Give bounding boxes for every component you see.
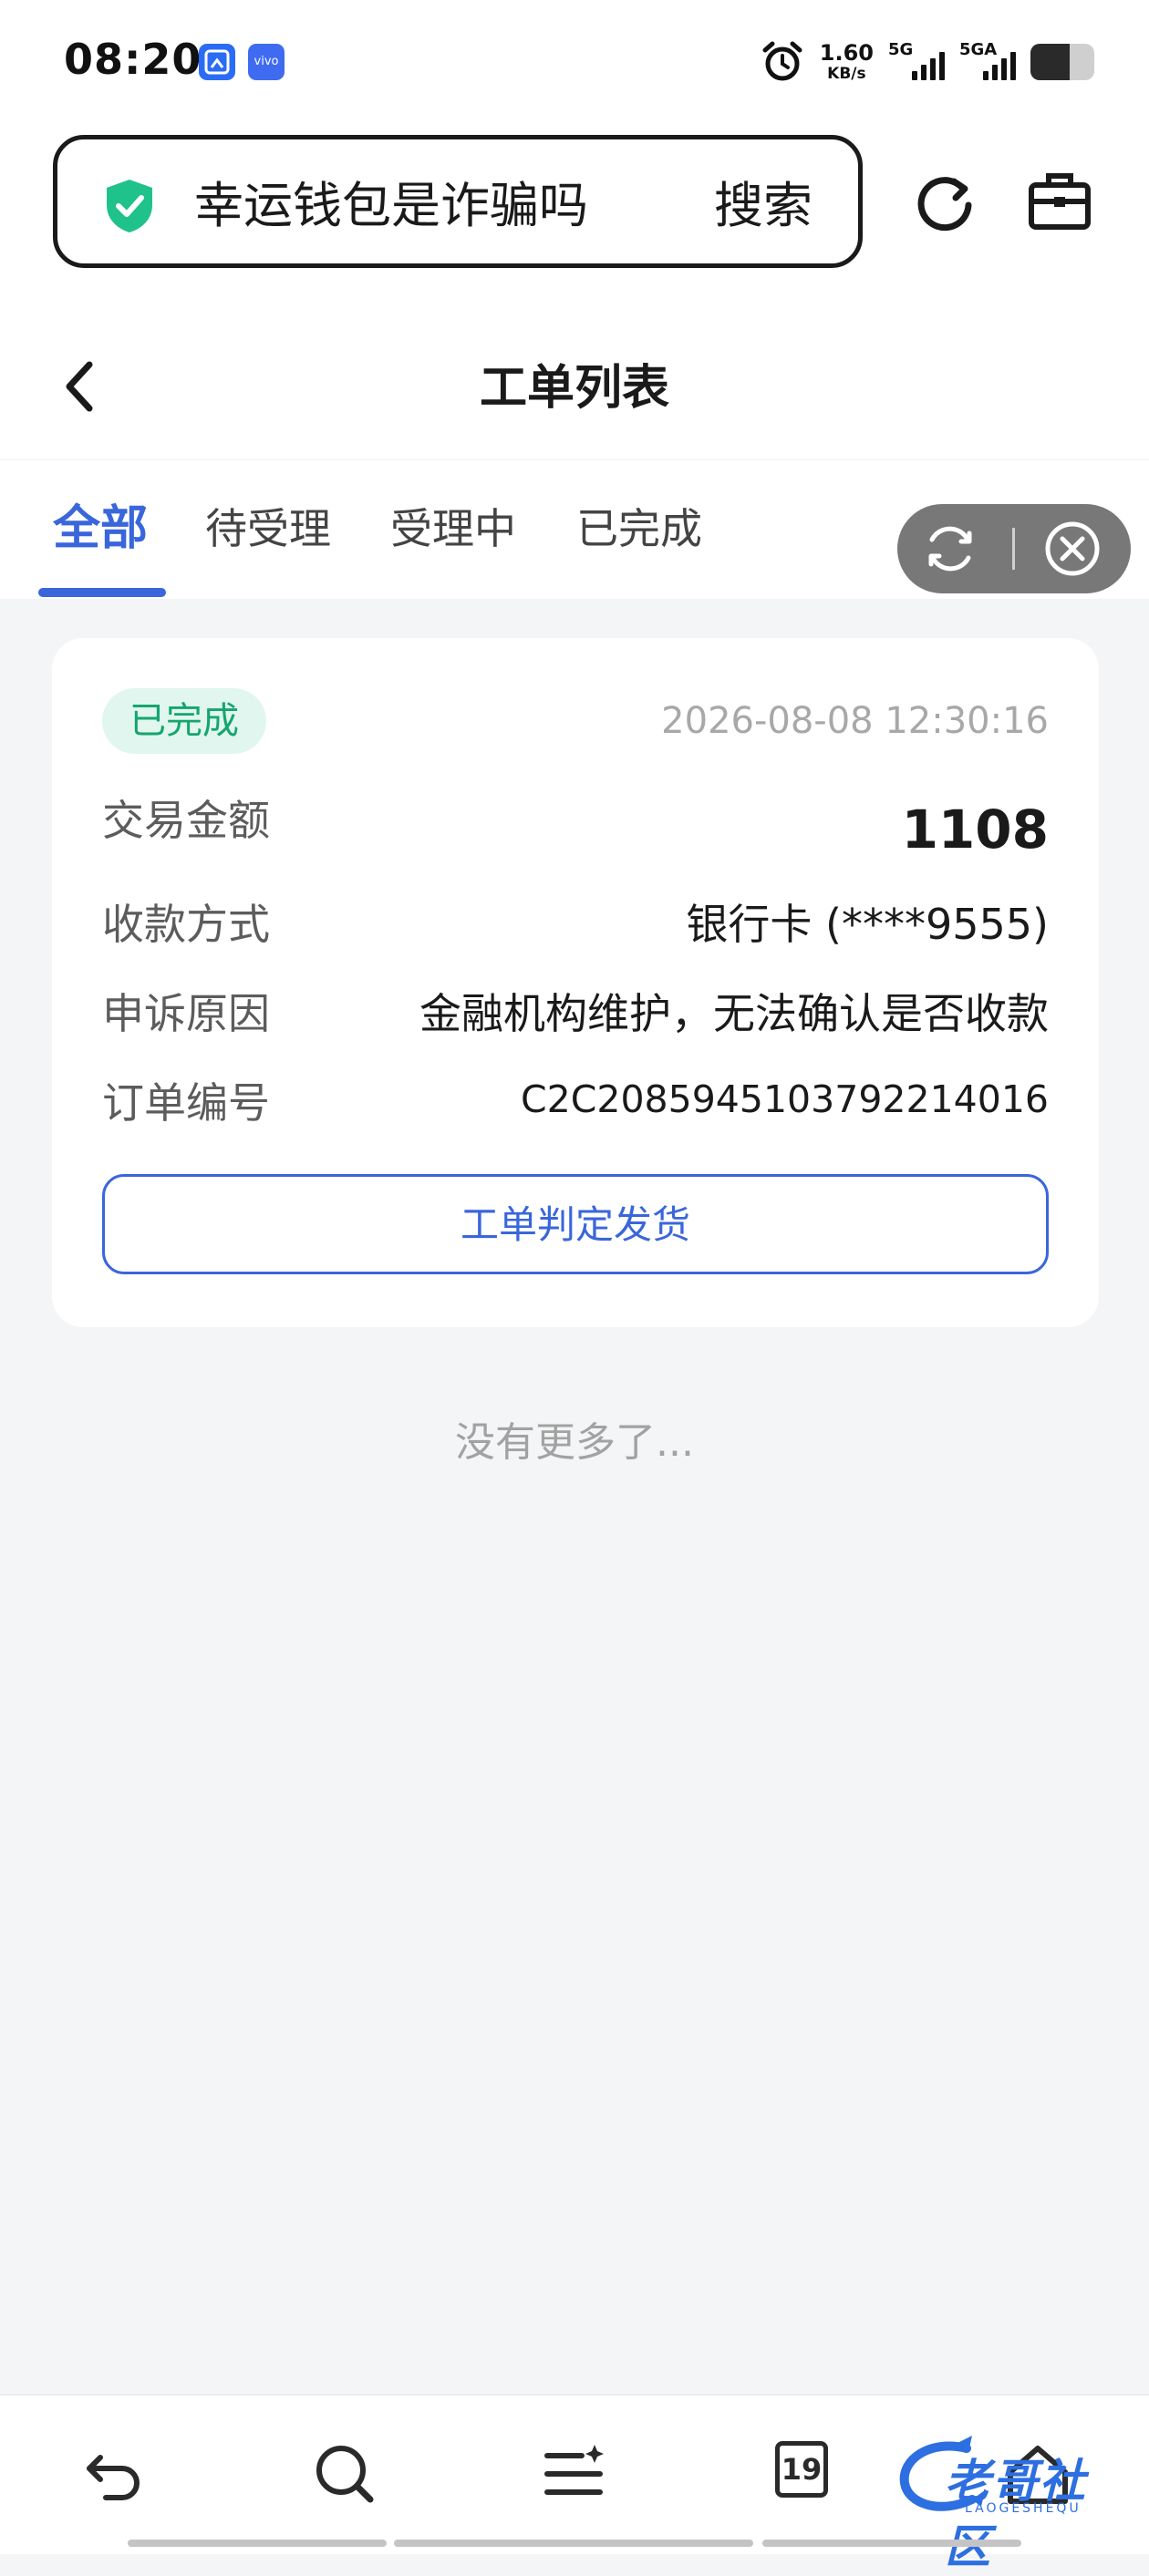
refresh-icon[interactable] xyxy=(910,169,979,238)
vivo-app-icon: vivo xyxy=(248,44,285,80)
watermark: 老哥社区 LAOGESHEQU xyxy=(894,2432,1131,2573)
tab-processing[interactable]: 受理中 xyxy=(390,499,516,559)
screenshot-app-icon xyxy=(199,44,235,80)
close-circle-icon[interactable] xyxy=(1043,520,1102,578)
network-speed: 1.60 KB/s xyxy=(820,42,874,82)
gesture-bar-center xyxy=(394,2540,753,2547)
order-number-label: 订单编号 xyxy=(102,1078,270,1128)
status-bar: 08:20 vivo 1.60 KB/s 5G 5GA xyxy=(0,0,1149,123)
search-query-text[interactable]: 幸运钱包是诈骗吗 xyxy=(194,178,588,234)
list-end-text: 没有更多了... xyxy=(455,1419,694,1466)
battery-icon xyxy=(1030,44,1094,80)
appeal-reason-label: 申诉原因 xyxy=(102,989,270,1038)
browser-search-box[interactable]: 幸运钱包是诈骗吗 搜索 xyxy=(53,135,863,268)
status-badge: 已完成 xyxy=(102,688,266,754)
gesture-bar-left xyxy=(128,2540,387,2547)
network-speed-value: 1.60 xyxy=(819,40,874,66)
page-title: 工单列表 xyxy=(479,361,669,416)
network-speed-unit: KB/s xyxy=(827,65,866,83)
tab-count-button[interactable]: 19 xyxy=(775,2441,828,2498)
toolbox-icon[interactable] xyxy=(1027,169,1092,234)
sim1-label: 5G xyxy=(888,40,914,59)
capsule-divider xyxy=(1012,528,1015,570)
bottom-toolbar: 19 老哥社区 LAOGESHEQU xyxy=(0,2394,1149,2573)
status-right-group: 1.60 KB/s 5G 5GA xyxy=(760,36,1094,88)
order-card[interactable]: 已完成 2026-08-08 12:30:16 交易金额 1108 收款方式 银… xyxy=(52,638,1099,1327)
undo-arrow-icon[interactable] xyxy=(80,2439,150,2509)
active-tab-indicator xyxy=(38,588,166,597)
order-time: 2026-08-08 12:30:16 xyxy=(661,700,1049,742)
watermark-subtext: LAOGESHEQU xyxy=(965,2501,1082,2516)
sim1-signal-icon xyxy=(912,52,945,80)
amount-value: 1108 xyxy=(901,799,1049,860)
battery-level xyxy=(1030,44,1071,80)
alarm-clock-icon xyxy=(762,41,802,81)
appeal-reason-value: 金融机构维护，无法确认是否收款 xyxy=(419,989,1049,1038)
tab-completed[interactable]: 已完成 xyxy=(576,499,702,559)
payment-method-label: 收款方式 xyxy=(102,900,270,949)
order-number-value: C2C2085945103792214016 xyxy=(521,1077,1049,1121)
sim2-signal: 5GA xyxy=(959,40,1016,84)
tab-all[interactable]: 全部 xyxy=(53,499,148,559)
page-header: 工单列表 xyxy=(0,317,1149,461)
status-time: 08:20 xyxy=(64,35,202,84)
gesture-bar-right xyxy=(762,2540,1021,2547)
shield-check-icon xyxy=(107,180,152,232)
tab-pending[interactable]: 待受理 xyxy=(205,499,331,559)
payment-method-value: 银行卡 (****9555) xyxy=(686,900,1049,949)
confirm-shipment-button[interactable]: 工单判定发货 xyxy=(102,1174,1049,1274)
capsule-refresh-icon[interactable] xyxy=(921,520,979,578)
search-icon[interactable] xyxy=(310,2439,379,2509)
sim2-signal-icon xyxy=(983,52,1016,80)
amount-label: 交易金额 xyxy=(102,796,270,845)
vivo-label: vivo xyxy=(254,55,279,68)
menu-sparkle-icon[interactable] xyxy=(540,2439,609,2509)
floating-capsule xyxy=(897,504,1131,593)
sim1-signal: 5G xyxy=(888,40,945,84)
search-button[interactable]: 搜索 xyxy=(714,178,813,234)
